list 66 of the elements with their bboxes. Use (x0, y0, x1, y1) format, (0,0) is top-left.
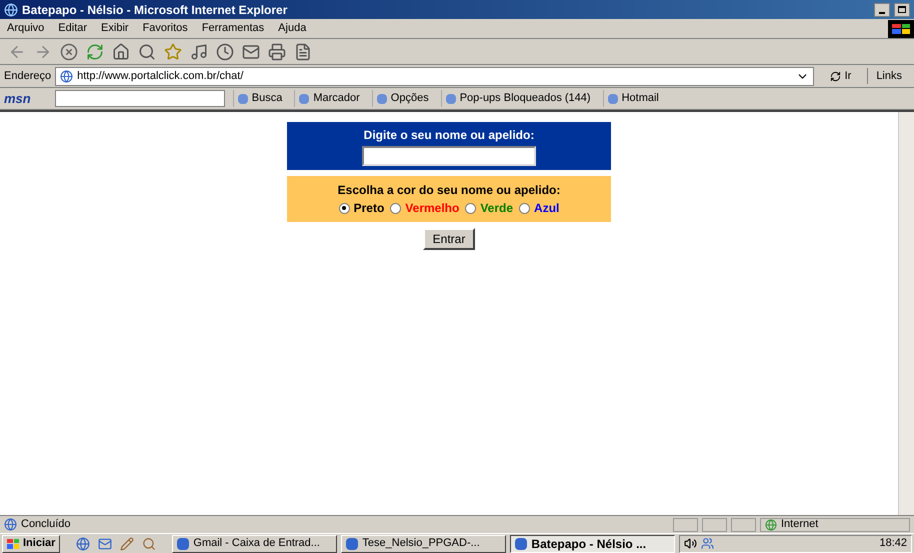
color-radio[interactable] (338, 202, 350, 214)
go-button[interactable]: Ir (818, 68, 864, 84)
zone-text: Internet (781, 517, 818, 532)
msn-toolbar-button[interactable]: Pop-ups Bloqueados (144) (440, 90, 595, 107)
start-button[interactable]: Iniciar (2, 534, 60, 552)
search-icon[interactable] (142, 536, 156, 550)
name-prompt: Digite o seu nome ou apelido: (364, 127, 534, 144)
messenger-icon[interactable] (701, 537, 714, 550)
address-label: Endereço (4, 68, 52, 84)
mail-icon[interactable] (242, 42, 260, 60)
enter-button[interactable]: Entrar (422, 228, 476, 250)
status-pane (702, 518, 727, 532)
msn-toolbar-button[interactable]: Marcador (294, 90, 364, 107)
go-arrow-icon (830, 70, 841, 82)
color-radio[interactable] (390, 202, 402, 214)
edit-icon[interactable] (294, 42, 312, 60)
color-radio[interactable] (465, 202, 476, 214)
home-icon[interactable] (112, 42, 130, 60)
menu-item[interactable]: Ferramentas (194, 20, 272, 37)
menu-item[interactable]: Favoritos (136, 20, 195, 37)
taskbar-button[interactable]: Tese_Nelsio_PPGAD-... (341, 534, 506, 552)
browser-icon (4, 2, 18, 16)
address-field[interactable]: http://www.portalclick.com.br/chat/ (55, 66, 814, 86)
status-pane (731, 518, 756, 532)
window-title: Batepapo - Nélsio - Microsoft Internet Explorer (22, 2, 288, 18)
clock-text: 18:42 (879, 536, 907, 552)
browser-icon[interactable] (76, 536, 90, 550)
taskbar-button[interactable]: Gmail - Caixa de Entrad... (172, 534, 338, 552)
color-option-label: Azul (534, 200, 560, 217)
url-text: http://www.portalclick.com.br/chat/ (77, 68, 244, 84)
history-icon[interactable] (216, 42, 234, 60)
windows-logo-icon (888, 20, 914, 38)
name-input-field[interactable] (362, 146, 536, 166)
volume-icon[interactable] (684, 537, 698, 550)
links-button[interactable]: Links (867, 68, 910, 84)
minimize-button[interactable] (874, 2, 890, 16)
menu-item[interactable]: Ajuda (271, 20, 314, 37)
status-text: Concluído (21, 517, 72, 532)
color-option-label: Preto (354, 200, 384, 217)
stop-icon[interactable] (60, 42, 78, 60)
color-option-label: Verde (480, 200, 514, 217)
maximize-button[interactable] (894, 2, 910, 16)
menu-item[interactable]: Exibir (94, 20, 136, 37)
color-option-label: Vermelho (405, 200, 460, 217)
pencil-icon[interactable] (120, 536, 134, 550)
refresh-icon[interactable] (86, 42, 104, 60)
scrollbar[interactable] (898, 112, 914, 515)
menu-item[interactable]: Editar (51, 20, 94, 37)
internet-zone-icon (765, 518, 777, 530)
color-radio[interactable] (519, 202, 530, 214)
menu-item[interactable]: Arquivo (0, 20, 52, 37)
msn-logo-icon: msn (4, 88, 31, 108)
favorites-icon[interactable] (164, 42, 182, 60)
color-prompt: Escolha a cor do seu nome ou apelido: (338, 182, 560, 199)
msn-toolbar-button[interactable]: Hotmail (602, 90, 663, 107)
search-icon[interactable] (138, 42, 156, 60)
status-pane (673, 518, 698, 532)
msn-toolbar-button[interactable]: Busca (232, 90, 286, 107)
mail-icon[interactable] (98, 536, 112, 550)
msn-search-field[interactable] (54, 90, 225, 107)
media-icon[interactable] (190, 42, 208, 60)
taskbar-button[interactable]: Batepapo - Nélsio ... (510, 534, 676, 552)
print-icon[interactable] (268, 42, 286, 60)
page-icon (60, 70, 74, 82)
page-icon (4, 518, 17, 531)
msn-toolbar-button[interactable]: Opções (372, 90, 433, 107)
